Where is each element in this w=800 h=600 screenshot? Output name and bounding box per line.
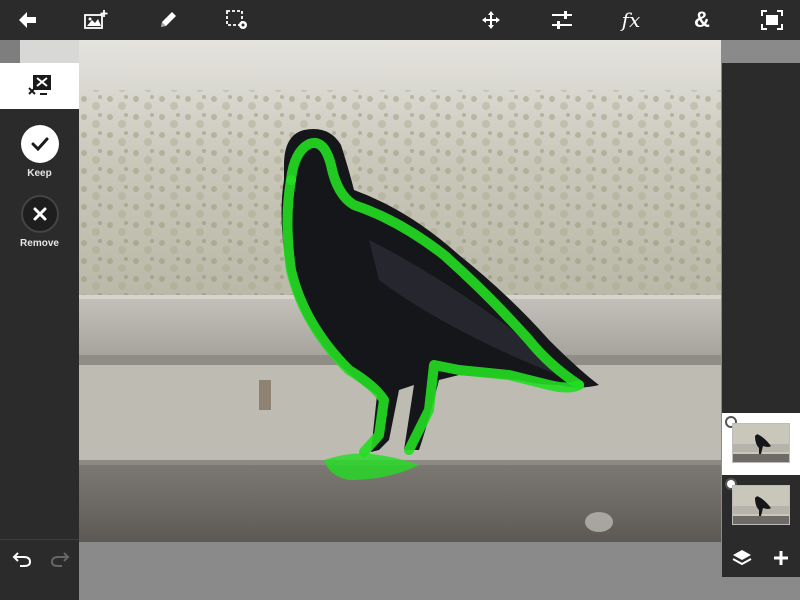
remove-label: Remove (20, 238, 59, 249)
fx-icon: fx (621, 8, 641, 32)
redo-button[interactable] (40, 540, 79, 578)
add-image-icon (84, 10, 108, 29)
canvas-margin-light (20, 40, 79, 65)
ampersand-icon: & (694, 7, 710, 32)
blend-button[interactable]: & (680, 0, 724, 40)
remove-button[interactable]: Remove (0, 195, 79, 265)
keep-button[interactable]: Keep (0, 125, 79, 195)
adjustments-button[interactable] (540, 0, 584, 40)
photo-crow-on-fence (79, 40, 721, 542)
plus-icon (773, 551, 788, 565)
image-canvas[interactable] (79, 40, 721, 542)
undo-icon (12, 552, 31, 567)
canvas-margin (0, 40, 20, 65)
add-layer-button[interactable] (761, 539, 800, 577)
layer-thumbnail (732, 485, 790, 525)
extract-tool-header[interactable] (0, 63, 79, 109)
move-button[interactable] (469, 0, 513, 40)
keep-circle (20, 125, 59, 163)
top-toolbar: fx & (0, 0, 800, 40)
layers-icon (732, 550, 751, 566)
back-arrow-icon (19, 12, 36, 28)
fit-screen-icon (761, 10, 783, 30)
x-mark-icon (33, 207, 46, 221)
crow-thumbnail-icon (733, 424, 789, 462)
layers-controls (722, 539, 800, 577)
move-icon (482, 11, 500, 29)
adjustments-icon (552, 11, 572, 29)
back-button[interactable] (6, 0, 50, 40)
layer-item-2[interactable] (722, 475, 800, 537)
layer-thumbnail (732, 423, 790, 463)
left-tool-panel: Keep Remove (0, 63, 79, 600)
add-image-button[interactable] (74, 0, 118, 40)
layer-item-1[interactable] (722, 413, 800, 475)
redo-icon (50, 552, 69, 567)
fit-screen-button[interactable] (750, 0, 794, 40)
crow-thumbnail-icon (733, 486, 789, 524)
undo-button[interactable] (2, 540, 41, 578)
selection-settings-icon (226, 10, 247, 29)
selection-button[interactable] (215, 0, 259, 40)
pencil-icon (161, 12, 176, 27)
checkmark-icon (31, 137, 48, 151)
effects-button[interactable]: fx (609, 0, 653, 40)
extract-tool-icon (27, 75, 51, 95)
layers-panel (722, 63, 800, 577)
history-controls (0, 539, 79, 578)
keep-label: Keep (27, 168, 52, 179)
remove-circle (20, 195, 59, 233)
layers-button[interactable] (722, 539, 761, 577)
draw-button[interactable] (146, 0, 190, 40)
